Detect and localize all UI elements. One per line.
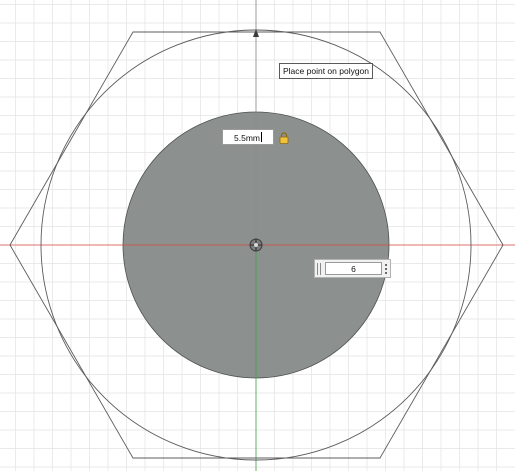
origin-point-icon[interactable] <box>249 238 263 252</box>
sides-count-input[interactable]: 6 <box>325 262 382 275</box>
more-dots-icon[interactable] <box>385 264 388 275</box>
lock-icon[interactable] <box>279 131 289 144</box>
sketch-canvas[interactable] <box>0 0 515 471</box>
drag-grip-icon[interactable] <box>317 263 321 275</box>
text-caret <box>260 132 262 142</box>
diameter-value: 5.5mm <box>234 133 260 143</box>
instruction-tooltip: Place point on polygon <box>279 63 374 79</box>
sketch-drawing[interactable] <box>0 0 515 471</box>
polygon-sides-control[interactable]: 6 <box>314 259 391 278</box>
diameter-dimension-input[interactable]: 5.5mm <box>222 129 274 145</box>
